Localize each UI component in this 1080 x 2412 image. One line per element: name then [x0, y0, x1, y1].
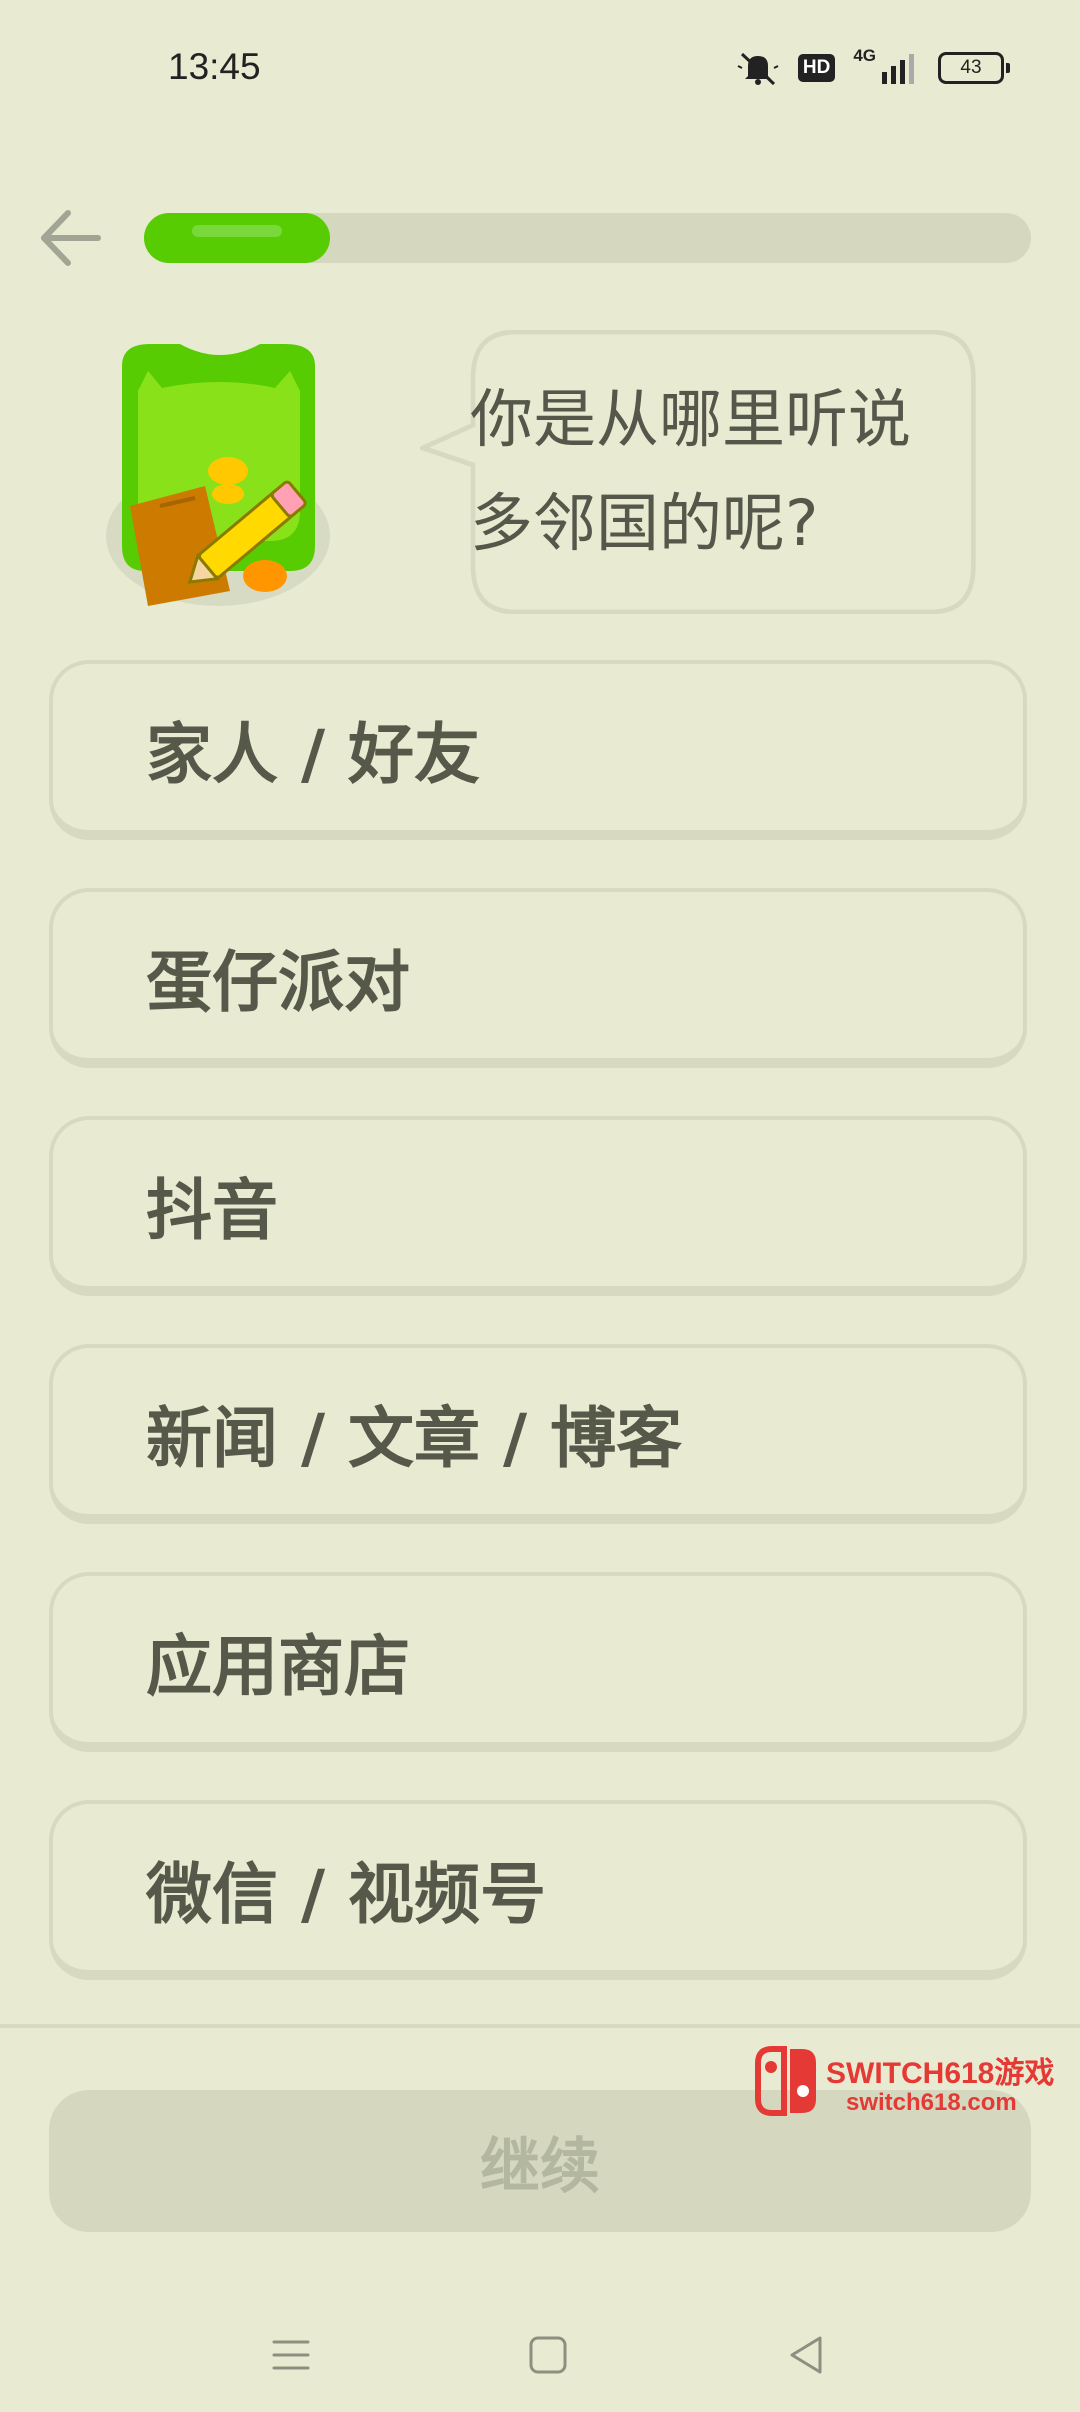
menu-icon[interactable]: [266, 2330, 316, 2380]
network-label: 4G: [853, 46, 876, 65]
status-icons: HD 4G 43: [736, 46, 1010, 88]
watermark-url: switch618.com: [846, 2089, 1017, 2116]
back-arrow-icon[interactable]: [38, 205, 104, 271]
progress-highlight: [192, 225, 282, 237]
option-app-store[interactable]: 应用商店: [49, 1572, 1027, 1752]
watermark-title: SWITCH618游戏: [826, 2057, 1055, 2090]
system-nav-bar: [0, 2300, 1080, 2412]
progress-fill: [144, 213, 330, 263]
option-news-articles-blogs[interactable]: 新闻 / 文章 / 博客: [49, 1344, 1027, 1524]
option-label: 新闻 / 文章 / 博客: [146, 1400, 683, 1477]
battery-level: 43: [960, 57, 982, 78]
option-label: 微信 / 视频号: [146, 1856, 547, 1933]
progress-bar: [144, 213, 1031, 263]
signal-icon: [882, 54, 914, 84]
option-label: 蛋仔派对: [146, 944, 410, 1021]
mute-icon: [737, 52, 779, 86]
prompt-line-1: 你是从哪里听说: [470, 383, 911, 456]
watermark: SWITCH618游戏 switch618.com: [754, 2043, 1064, 2119]
option-douyin[interactable]: 抖音: [49, 1116, 1027, 1296]
battery-icon: 43: [938, 52, 1010, 84]
hd-icon: HD: [797, 54, 836, 82]
option-label: 应用商店: [146, 1628, 410, 1705]
status-bar: 13:45 HD 4G 43: [0, 0, 1080, 140]
prompt-line-2: 多邻国的呢?: [470, 487, 819, 560]
option-family-friends[interactable]: 家人 / 好友: [49, 660, 1027, 840]
switch-logo-icon: [755, 2046, 816, 2116]
status-time: 13:45: [168, 46, 261, 87]
option-label: 家人 / 好友: [146, 716, 481, 793]
prompt-question: 你是从哪里听说 多邻国的呢?: [470, 368, 950, 576]
option-wechat-channels[interactable]: 微信 / 视频号: [49, 1800, 1027, 1980]
footer-divider: [0, 2024, 1080, 2028]
home-icon[interactable]: [523, 2330, 573, 2380]
owl-mascot-icon: [106, 344, 330, 606]
option-eggy-party[interactable]: 蛋仔派对: [49, 888, 1027, 1068]
option-label: 抖音: [146, 1172, 278, 1249]
back-triangle-icon[interactable]: [782, 2330, 832, 2380]
